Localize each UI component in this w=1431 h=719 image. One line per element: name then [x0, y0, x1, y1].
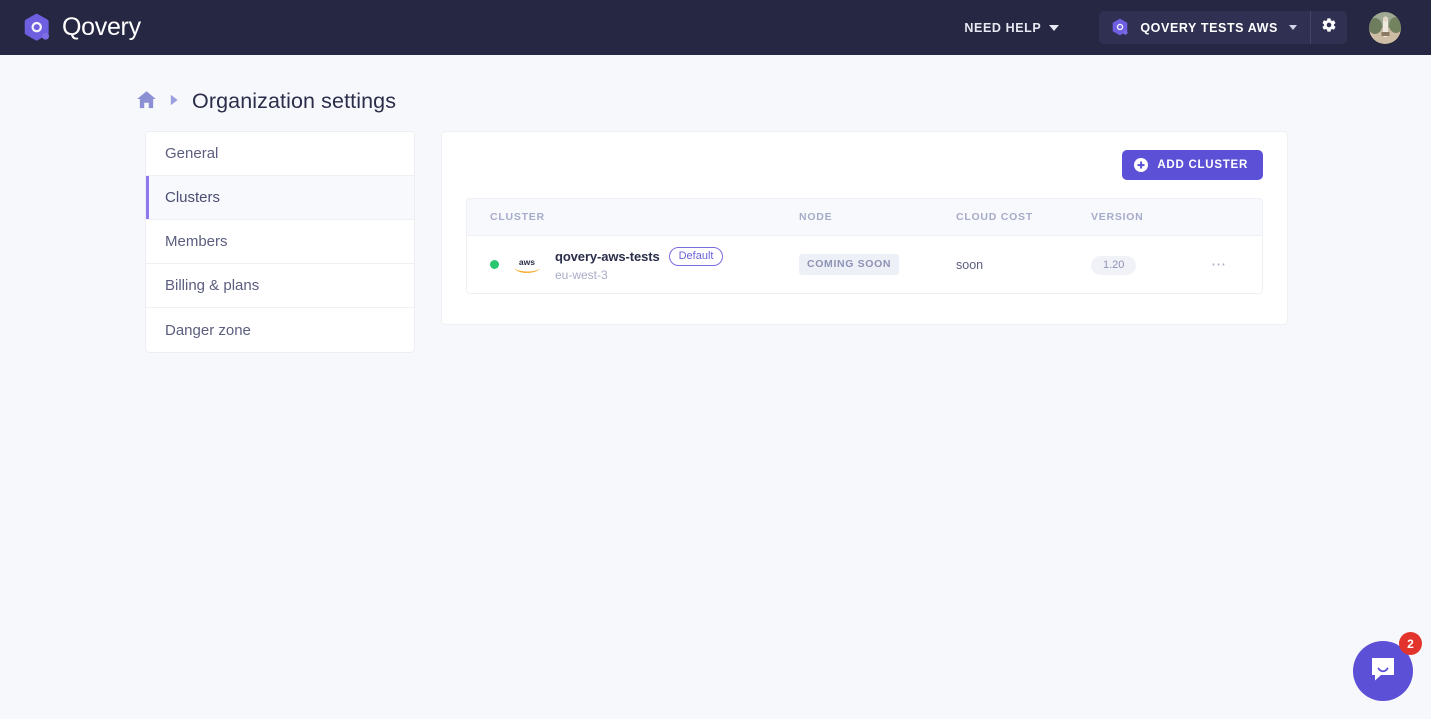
clusters-panel: ADD CLUSTER CLUSTER NODE CLOUD COST VERS… — [441, 131, 1288, 325]
cluster-region: eu-west-3 — [555, 267, 608, 282]
organization-switcher: QOVERY TESTS AWS — [1099, 11, 1347, 44]
sidebar-item-label: Danger zone — [165, 321, 251, 339]
cell-actions: ⋯ — [1211, 257, 1262, 272]
cell-cloud-cost: soon — [956, 257, 984, 272]
settings-button[interactable] — [1311, 11, 1347, 44]
content-area: General Clusters Members Billing & plans… — [0, 114, 1431, 353]
sidebar-item-general[interactable]: General — [146, 132, 414, 176]
need-help-menu[interactable]: NEED HELP — [950, 13, 1073, 43]
svg-text:aws: aws — [519, 257, 535, 267]
column-header-cluster[interactable]: CLUSTER — [467, 211, 799, 223]
column-header-version[interactable]: VERSION — [1091, 211, 1211, 223]
gear-icon — [1321, 17, 1337, 38]
column-header-cloud-cost[interactable]: CLOUD COST — [956, 211, 1091, 223]
column-header-node[interactable]: NODE — [799, 211, 956, 223]
sidebar-item-clusters[interactable]: Clusters — [146, 176, 414, 220]
breadcrumb: Organization settings — [0, 55, 1431, 114]
need-help-label: NEED HELP — [964, 20, 1042, 35]
organization-name: QOVERY TESTS AWS — [1140, 20, 1278, 35]
cluster-name: qovery-aws-tests — [555, 249, 660, 264]
plus-circle-icon — [1134, 158, 1149, 172]
page-title: Organization settings — [192, 89, 397, 113]
node-status-badge: COMING SOON — [799, 254, 900, 275]
sidebar-item-billing-plans[interactable]: Billing & plans — [146, 264, 414, 308]
add-cluster-label: ADD CLUSTER — [1157, 159, 1248, 171]
sidebar-item-label: Billing & plans — [165, 277, 260, 294]
top-navbar: Qovery NEED HELP QOVERY TESTS AWS — [0, 0, 1431, 55]
page-root: Qovery NEED HELP QOVERY TESTS AWS Organi… — [0, 0, 1431, 719]
brand-home-link[interactable]: Qovery — [22, 12, 141, 44]
sidebar-item-danger-zone[interactable]: Danger zone — [146, 308, 414, 352]
table-row[interactable]: aws qovery-aws-tests Default eu-west-3 C… — [467, 236, 1262, 293]
version-badge: 1.20 — [1091, 255, 1137, 275]
chevron-down-icon — [1049, 24, 1060, 31]
chat-unread-badge: 2 — [1399, 632, 1422, 655]
organization-select[interactable]: QOVERY TESTS AWS — [1099, 11, 1310, 44]
navbar-right-group: NEED HELP QOVERY TESTS AWS — [950, 11, 1401, 44]
settings-sidebar: General Clusters Members Billing & plans… — [145, 131, 415, 353]
sidebar-item-label: General — [165, 145, 219, 162]
chat-launcher-button[interactable]: 2 — [1353, 632, 1422, 701]
table-header-row: CLUSTER NODE CLOUD COST VERSION — [467, 199, 1262, 236]
add-cluster-button[interactable]: ADD CLUSTER — [1122, 150, 1263, 180]
brand-name: Qovery — [62, 13, 141, 41]
home-icon[interactable] — [136, 90, 157, 114]
panel-toolbar: ADD CLUSTER — [466, 150, 1263, 198]
avatar[interactable] — [1369, 11, 1401, 44]
cluster-name-line: qovery-aws-tests Default — [555, 247, 724, 266]
cell-version: 1.20 — [1091, 255, 1211, 275]
status-dot-icon — [490, 260, 499, 269]
sidebar-item-label: Members — [165, 233, 228, 250]
cluster-info: qovery-aws-tests Default eu-west-3 — [555, 247, 724, 282]
ellipsis-horizontal-icon[interactable]: ⋯ — [1211, 257, 1228, 272]
aws-logo-icon: aws — [511, 255, 543, 274]
chevron-down-icon — [1289, 25, 1297, 30]
sidebar-item-members[interactable]: Members — [146, 220, 414, 264]
qovery-logo-icon — [22, 12, 53, 44]
sidebar-item-label: Clusters — [165, 189, 221, 206]
chevron-right-icon — [170, 93, 179, 111]
cell-node: COMING SOON — [799, 254, 956, 275]
clusters-table: CLUSTER NODE CLOUD COST VERSION aws qove… — [466, 198, 1263, 294]
default-badge: Default — [668, 247, 724, 266]
cell-cluster: aws qovery-aws-tests Default eu-west-3 — [467, 247, 799, 282]
chat-bubble-icon — [1369, 655, 1397, 688]
qovery-mark-icon — [1111, 18, 1130, 37]
